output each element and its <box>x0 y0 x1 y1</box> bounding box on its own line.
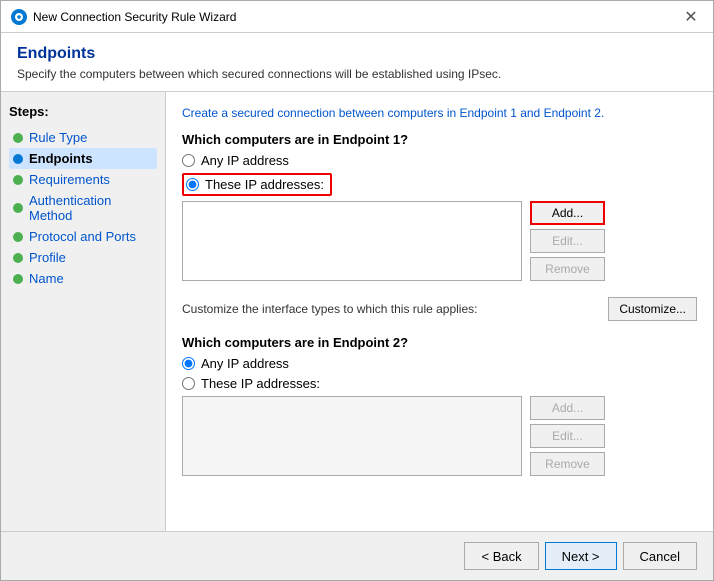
endpoint1-any-row: Any IP address <box>182 153 697 168</box>
page-subtitle: Specify the computers between which secu… <box>17 67 697 81</box>
footer: < Back Next > Cancel <box>1 531 713 580</box>
step-dot <box>13 232 23 242</box>
customize-row: Customize the interface types to which t… <box>182 297 697 321</box>
endpoint1-list-box[interactable] <box>182 201 522 281</box>
customize-text: Customize the interface types to which t… <box>182 302 477 316</box>
step-dot <box>13 175 23 185</box>
cancel-button[interactable]: Cancel <box>623 542 697 570</box>
endpoint2-list-box <box>182 396 522 476</box>
page-title: Endpoints <box>17 45 697 63</box>
sidebar-item-requirements[interactable]: Requirements <box>9 169 157 190</box>
endpoint2-any-row: Any IP address <box>182 356 697 371</box>
sidebar-item-label: Requirements <box>29 172 110 187</box>
sidebar-item-label: Endpoints <box>29 151 93 166</box>
main-content: Create a secured connection between comp… <box>166 92 713 531</box>
sidebar-item-protocol-ports[interactable]: Protocol and Ports <box>9 226 157 247</box>
steps-label: Steps: <box>9 104 157 119</box>
endpoint2-list-area: Add... Edit... Remove <box>182 396 697 482</box>
sidebar-item-label: Rule Type <box>29 130 87 145</box>
title-bar: New Connection Security Rule Wizard ✕ <box>1 1 713 33</box>
step-dot <box>13 274 23 284</box>
window-header: Endpoints Specify the computers between … <box>1 33 713 92</box>
endpoint1-these-row: These IP addresses: <box>182 173 697 196</box>
sidebar-item-label: Profile <box>29 250 66 265</box>
endpoint1-remove-button[interactable]: Remove <box>530 257 605 281</box>
step-dot <box>13 133 23 143</box>
sidebar-item-profile[interactable]: Profile <box>9 247 157 268</box>
endpoint2-these-radio[interactable] <box>182 377 195 390</box>
back-button[interactable]: < Back <box>464 542 538 570</box>
endpoint2-any-label[interactable]: Any IP address <box>201 356 289 371</box>
endpoint1-any-label[interactable]: Any IP address <box>201 153 289 168</box>
title-bar-text: New Connection Security Rule Wizard <box>33 10 679 24</box>
step-dot <box>13 253 23 263</box>
sidebar-item-label: Protocol and Ports <box>29 229 136 244</box>
endpoint1-these-label[interactable]: These IP addresses: <box>205 177 324 192</box>
next-button[interactable]: Next > <box>545 542 617 570</box>
endpoint2-edit-button[interactable]: Edit... <box>530 424 605 448</box>
window: New Connection Security Rule Wizard ✕ En… <box>0 0 714 581</box>
endpoint1-these-highlight: These IP addresses: <box>182 173 332 196</box>
step-dot <box>13 203 23 213</box>
endpoint1-any-radio[interactable] <box>182 154 195 167</box>
endpoint1-list-area: Add... Edit... Remove <box>182 201 697 287</box>
endpoint2-these-row: These IP addresses: <box>182 376 697 391</box>
window-icon <box>11 9 27 25</box>
sidebar: Steps: Rule Type Endpoints Requirements … <box>1 92 166 531</box>
step-dot <box>13 154 23 164</box>
sidebar-item-label: Name <box>29 271 64 286</box>
info-text: Create a secured connection between comp… <box>182 106 697 120</box>
endpoint2-add-button[interactable]: Add... <box>530 396 605 420</box>
endpoint2-title: Which computers are in Endpoint 2? <box>182 335 697 350</box>
sidebar-item-label: Authentication Method <box>29 193 153 223</box>
endpoint1-add-button[interactable]: Add... <box>530 201 605 225</box>
sidebar-item-endpoints[interactable]: Endpoints <box>9 148 157 169</box>
endpoint1-edit-button[interactable]: Edit... <box>530 229 605 253</box>
endpoint1-side-buttons: Add... Edit... Remove <box>530 201 605 281</box>
sidebar-item-authentication-method[interactable]: Authentication Method <box>9 190 157 226</box>
sidebar-item-rule-type[interactable]: Rule Type <box>9 127 157 148</box>
customize-button[interactable]: Customize... <box>608 297 697 321</box>
endpoint1-title: Which computers are in Endpoint 1? <box>182 132 697 147</box>
sidebar-item-name[interactable]: Name <box>9 268 157 289</box>
close-button[interactable]: ✕ <box>679 5 703 29</box>
endpoint2-these-label[interactable]: These IP addresses: <box>201 376 320 391</box>
endpoint1-these-radio[interactable] <box>186 178 199 191</box>
endpoint2-remove-button[interactable]: Remove <box>530 452 605 476</box>
window-body: Steps: Rule Type Endpoints Requirements … <box>1 92 713 531</box>
endpoint2-any-radio[interactable] <box>182 357 195 370</box>
endpoint2-side-buttons: Add... Edit... Remove <box>530 396 605 476</box>
